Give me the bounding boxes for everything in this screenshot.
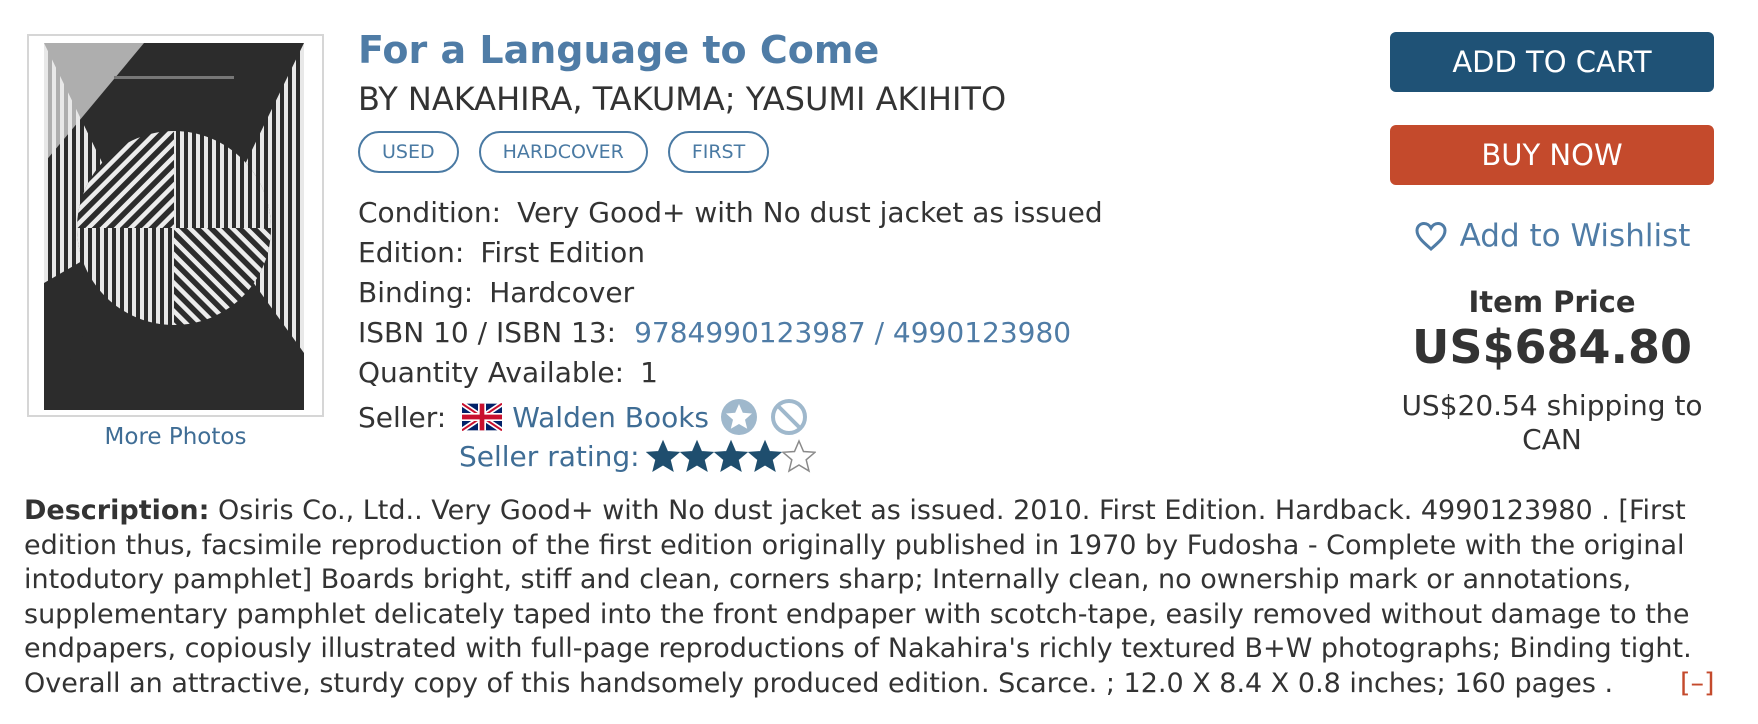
quantity-value: 1 xyxy=(640,356,658,389)
condition-label: Condition: xyxy=(358,196,502,229)
buy-now-button[interactable]: BUY NOW xyxy=(1390,125,1714,185)
binding-value: Hardcover xyxy=(489,276,635,309)
quantity-row: Quantity Available: 1 xyxy=(358,353,1103,393)
shipping-line-2: CAN xyxy=(1522,423,1582,456)
star-filled-icon xyxy=(747,439,782,473)
seller-rating-stars xyxy=(645,438,816,474)
badge-hardcover: HARDCOVER xyxy=(478,131,648,173)
edition-label: Edition: xyxy=(358,236,465,269)
heart-icon xyxy=(1415,221,1447,251)
condition-row: Condition: Very Good+ with No dust jacke… xyxy=(358,193,1103,233)
description-label: Description: xyxy=(24,495,210,526)
edition-row: Edition: First Edition xyxy=(358,233,1103,273)
star-filled-icon xyxy=(713,439,748,473)
seller-rating-label[interactable]: Seller rating: xyxy=(459,440,640,473)
book-cover-frame[interactable] xyxy=(27,34,324,417)
star-empty-icon xyxy=(781,439,816,473)
binding-row: Binding: Hardcover xyxy=(358,273,1103,313)
isbn-row: ISBN 10 / ISBN 13: 9784990123987 / 49901… xyxy=(358,313,1103,353)
seller-name-link[interactable]: Walden Books xyxy=(512,401,709,434)
star-filled-icon xyxy=(645,439,680,473)
book-title[interactable]: For a Language to Come xyxy=(358,28,879,72)
book-author: BY NAKAHIRA, TAKUMA; YASUMI AKIHITO xyxy=(358,80,1007,118)
no-returns-icon xyxy=(771,399,808,435)
add-to-wishlist-link[interactable]: Add to Wishlist xyxy=(1390,218,1714,254)
seller-label: Seller: xyxy=(358,400,447,434)
badge-list: USED HARDCOVER FIRST xyxy=(358,131,770,173)
collapse-description-button[interactable]: [–] xyxy=(1680,668,1715,699)
wishlist-label[interactable]: Add to Wishlist xyxy=(1460,218,1691,254)
book-cover-image[interactable] xyxy=(44,43,304,410)
add-to-cart-button[interactable]: ADD TO CART xyxy=(1390,32,1714,92)
book-details: Condition: Very Good+ with No dust jacke… xyxy=(358,193,1103,393)
condition-value: Very Good+ with No dust jacket as issued xyxy=(517,196,1103,229)
shipping-line-1: US$20.54 shipping to xyxy=(1401,389,1703,422)
binding-label: Binding: xyxy=(358,276,474,309)
badge-first: FIRST xyxy=(667,131,770,173)
seller-rating-row: Seller rating: xyxy=(459,436,816,476)
seller-star-badge-icon xyxy=(721,399,758,435)
isbn-link[interactable]: 9784990123987 / 4990123980 xyxy=(634,313,1071,353)
edition-value: First Edition xyxy=(480,236,646,269)
uk-flag-icon xyxy=(462,403,503,431)
badge-used: USED xyxy=(358,131,459,173)
quantity-label: Quantity Available: xyxy=(358,356,625,389)
shipping-info: US$20.54 shipping to CAN xyxy=(1390,389,1714,457)
item-price-label: Item Price xyxy=(1468,285,1636,319)
description: Description: Osiris Co., Ltd.. Very Good… xyxy=(24,494,1714,701)
seller-row: Seller: Walden Books xyxy=(358,396,809,438)
isbn-label: ISBN 10 / ISBN 13: xyxy=(358,316,617,349)
more-photos-link[interactable]: More Photos xyxy=(27,424,324,450)
price-block: Item Price US$684.80 US$20.54 shipping t… xyxy=(1390,285,1714,457)
item-price-value: US$684.80 xyxy=(1412,320,1692,374)
star-filled-icon xyxy=(679,439,714,473)
description-text: Osiris Co., Ltd.. Very Good+ with No dus… xyxy=(24,495,1692,699)
